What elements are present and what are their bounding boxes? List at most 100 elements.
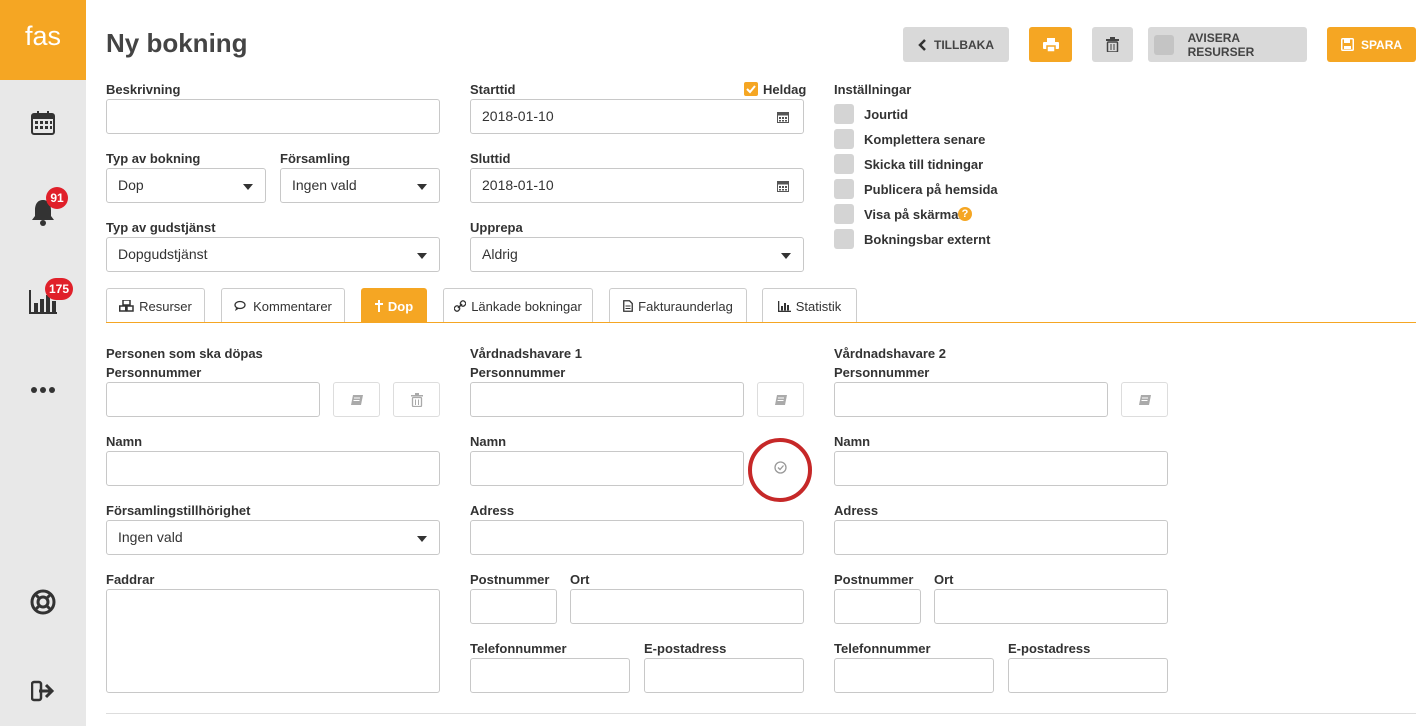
person-name-input[interactable] xyxy=(106,451,440,486)
guardian1-phone-label: Telefonnummer xyxy=(470,641,567,656)
tab-resurser[interactable]: Resurser xyxy=(106,288,205,323)
guardian2-lookup-button[interactable] xyxy=(1121,382,1168,417)
person-ssn-label: Personnummer xyxy=(106,365,202,380)
guardian1-city-label: Ort xyxy=(570,572,590,587)
repeat-label: Upprepa xyxy=(470,220,523,235)
verify-icon[interactable] xyxy=(774,461,787,474)
notify-resources-button[interactable]: AVISERA RESURSER xyxy=(1148,27,1307,62)
person-clear-button[interactable] xyxy=(393,382,440,417)
guardian2-zip-input[interactable] xyxy=(834,589,921,624)
guardian2-ssn-input[interactable] xyxy=(834,382,1108,417)
bar-chart-icon xyxy=(777,300,791,312)
chevron-left-icon xyxy=(918,38,926,51)
calendar-icon[interactable] xyxy=(23,103,63,143)
setting-label-tidningar: Skicka till tidningar xyxy=(864,157,984,172)
end-label: Sluttid xyxy=(470,151,511,166)
godparents-textarea[interactable] xyxy=(106,589,440,693)
setting-checkbox-tidningar[interactable] xyxy=(834,154,854,174)
setting-checkbox-hemsida[interactable] xyxy=(834,179,854,199)
tab-fakturaunderlag[interactable]: Fakturaunderlag xyxy=(609,288,747,323)
setting-label-externt: Bokningsbar externt xyxy=(864,232,991,247)
setting-checkbox-skarmar[interactable] xyxy=(834,204,854,224)
guardian1-name-label: Namn xyxy=(470,434,507,449)
parish-membership-select[interactable]: Ingen vald xyxy=(106,520,440,555)
cubes-icon xyxy=(119,300,134,312)
notifications-badge: 91 xyxy=(46,187,68,209)
person-ssn-input[interactable] xyxy=(106,382,320,417)
calendar-small-icon xyxy=(777,112,789,123)
caret-down-icon xyxy=(243,184,253,190)
print-icon xyxy=(1042,37,1059,52)
guardian2-email-input[interactable] xyxy=(1008,658,1168,693)
guardian1-email-input[interactable] xyxy=(644,658,804,693)
bottom-divider xyxy=(106,713,1416,714)
page-title: Ny bokning xyxy=(106,28,248,58)
setting-checkbox-komplettera[interactable] xyxy=(834,129,854,149)
book-icon xyxy=(1138,394,1151,405)
guardian2-name-input[interactable] xyxy=(834,451,1168,486)
tab-dop[interactable]: Dop xyxy=(361,288,427,323)
trash-icon xyxy=(1106,37,1119,52)
help-question-icon[interactable]: ? xyxy=(958,207,972,221)
parish-select[interactable]: Ingen vald xyxy=(280,168,440,203)
repeat-select[interactable]: Aldrig xyxy=(470,237,804,272)
godparents-label: Faddrar xyxy=(106,572,155,587)
setting-label-skarmar: Visa på skärmar xyxy=(864,207,964,222)
delete-button[interactable] xyxy=(1092,27,1133,62)
tab-kommentarer[interactable]: Kommentarer xyxy=(221,288,345,323)
allday-label: Heldag xyxy=(763,82,807,97)
guardian2-email-label: E-postadress xyxy=(1008,641,1091,656)
trash-icon xyxy=(410,392,423,407)
document-icon xyxy=(623,300,634,312)
description-input[interactable] xyxy=(106,99,440,134)
guardian1-phone-input[interactable] xyxy=(470,658,630,693)
stats-badge: 175 xyxy=(45,278,74,300)
check-icon xyxy=(746,85,756,94)
print-button[interactable] xyxy=(1029,27,1072,62)
settings-title: Inställningar xyxy=(834,82,912,97)
guardian2-zip-label: Postnummer xyxy=(834,572,914,587)
main-content: Ny bokning TILLBAKA AVISERA RESURSER SPA… xyxy=(86,0,1422,726)
setting-checkbox-externt[interactable] xyxy=(834,229,854,249)
logout-icon[interactable] xyxy=(23,671,63,711)
back-button[interactable]: TILLBAKA xyxy=(903,27,1009,62)
more-icon[interactable] xyxy=(23,370,63,410)
person-lookup-button[interactable] xyxy=(333,382,380,417)
link-icon xyxy=(454,300,467,312)
tab-statistik[interactable]: Statistik xyxy=(762,288,857,323)
comments-icon xyxy=(234,300,246,311)
guardian1-address-label: Adress xyxy=(470,503,515,518)
guardian1-city-input[interactable] xyxy=(570,589,804,624)
calendar-small-icon xyxy=(777,181,789,192)
book-icon xyxy=(774,394,787,405)
notify-checkbox[interactable] xyxy=(1154,34,1174,55)
help-icon[interactable] xyxy=(23,582,63,622)
booking-type-select[interactable]: Dop xyxy=(106,168,266,203)
guardian1-lookup-button[interactable] xyxy=(757,382,804,417)
app-logo[interactable]: fas xyxy=(0,0,86,80)
save-button[interactable]: SPARA xyxy=(1327,27,1416,62)
end-date-input[interactable]: 2018-01-10 xyxy=(470,168,804,203)
setting-label-jourtid: Jourtid xyxy=(864,107,909,122)
setting-checkbox-jourtid[interactable] xyxy=(834,104,854,124)
caret-down-icon xyxy=(417,184,427,190)
guardian1-name-input[interactable] xyxy=(470,451,744,486)
guardian1-address-input[interactable] xyxy=(470,520,804,555)
tab-lankade-bokningar[interactable]: Länkade bokningar xyxy=(443,288,593,323)
guardian2-ssn-label: Personnummer xyxy=(834,365,930,380)
guardian2-phone-input[interactable] xyxy=(834,658,994,693)
sidebar: fas 91 175 xyxy=(0,0,86,726)
guardian1-zip-input[interactable] xyxy=(470,589,557,624)
guardian2-address-input[interactable] xyxy=(834,520,1168,555)
parish-label: Församling xyxy=(280,151,351,166)
caret-down-icon xyxy=(781,253,791,259)
guardian2-city-input[interactable] xyxy=(934,589,1168,624)
setting-label-komplettera: Komplettera senare xyxy=(864,132,986,147)
person-name-label: Namn xyxy=(106,434,143,449)
start-label: Starttid xyxy=(470,82,516,97)
guardian2-phone-label: Telefonnummer xyxy=(834,641,931,656)
allday-checkbox[interactable] xyxy=(744,82,758,96)
service-type-select[interactable]: Dopgudstjänst xyxy=(106,237,440,272)
guardian1-ssn-input[interactable] xyxy=(470,382,744,417)
start-date-input[interactable]: 2018-01-10 xyxy=(470,99,804,134)
